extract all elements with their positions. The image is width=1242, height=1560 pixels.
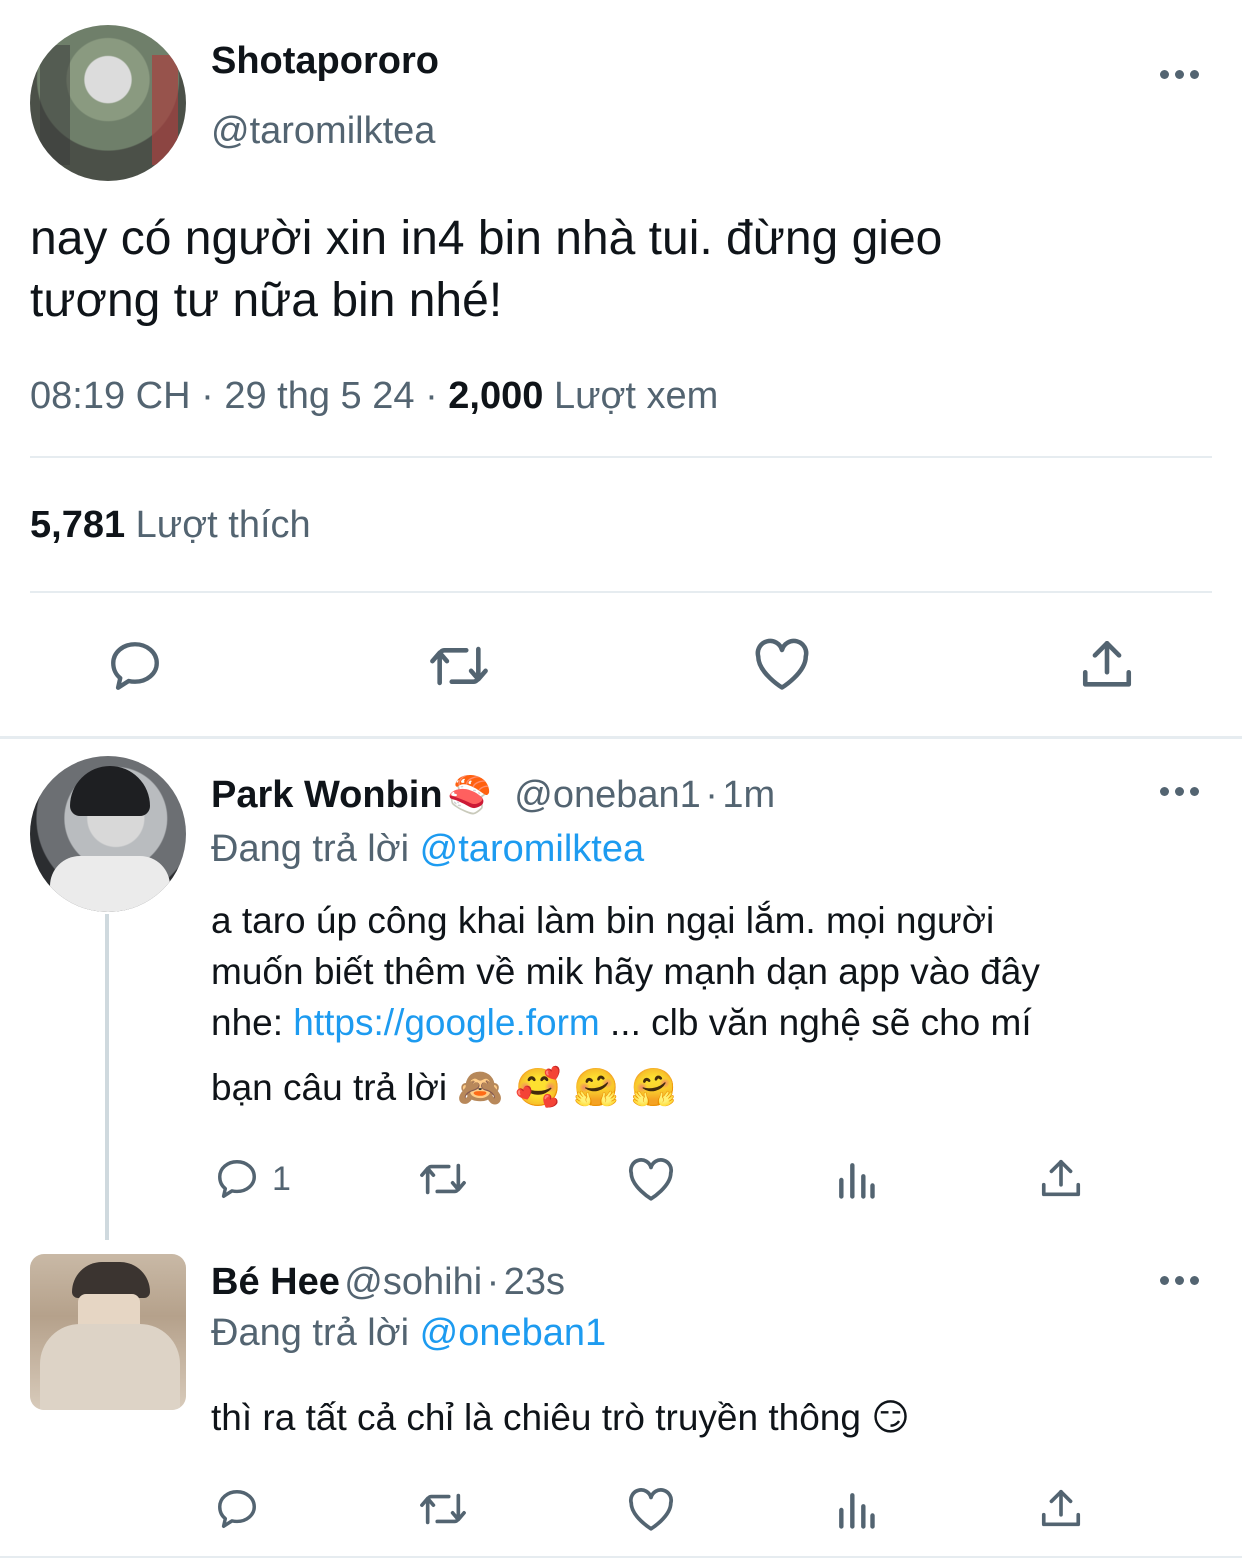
reply-icon[interactable]: [214, 1486, 260, 1532]
likes-count: 5,781: [30, 504, 126, 546]
reply-author-handle[interactable]: @sohihi: [344, 1261, 482, 1303]
thread-line: [105, 914, 109, 1240]
google-form-link[interactable]: https://google.form: [293, 1002, 599, 1043]
reply-text-line: nhe: https://google.form ... clb văn ngh…: [211, 997, 1211, 1048]
reply-author-name[interactable]: Park Wonbin: [211, 774, 443, 816]
reply-text-line: bạn câu trả lời 🙈 🥰 🤗 🤗: [211, 1062, 1211, 1113]
avatar-be-hee[interactable]: [30, 1254, 186, 1410]
tweet-text: nay có người xin in4 bin nhà tui. đừng g…: [30, 208, 1210, 332]
reply-author-handle[interactable]: @oneban1: [514, 774, 701, 816]
reply1-header: Park Wonbin 🍣 @oneban1 · 1m: [211, 774, 775, 817]
divider: [30, 456, 1212, 458]
reply-text-segment: nhe:: [211, 1002, 294, 1043]
more-icon[interactable]: [1160, 1276, 1199, 1285]
reply2-header: Bé Hee @sohihi · 23s: [211, 1261, 565, 1304]
section-divider: [0, 736, 1242, 739]
meta-separator: ·: [705, 774, 718, 816]
tweet-date[interactable]: 29 thg 5 24: [224, 375, 414, 417]
views-icon[interactable]: [834, 1488, 878, 1532]
tweet-meta: 08:19 CH · 29 thg 5 24 · 2,000 Lượt xem: [30, 375, 718, 418]
like-icon[interactable]: [626, 1157, 676, 1203]
replying-to: Đang trả lời @oneban1: [211, 1312, 606, 1355]
tweet-time[interactable]: 08:19 CH: [30, 375, 191, 417]
tweet-text-line: nay có người xin in4 bin nhà tui. đừng g…: [30, 212, 943, 265]
replying-to-label: Đang trả lời: [211, 1312, 410, 1354]
reply-icon[interactable]: [214, 1156, 260, 1202]
views-count: 2,000: [448, 375, 544, 417]
reply-text-segment: bạn câu trả lời: [211, 1067, 448, 1108]
reply-time[interactable]: 1m: [722, 774, 775, 816]
author-handle[interactable]: @taromilktea: [211, 110, 435, 153]
author-name[interactable]: Shotapororo: [211, 40, 439, 83]
meta-separator: ·: [425, 375, 438, 417]
reply-text-segment: ... clb văn nghệ sẽ cho mí: [599, 1002, 1032, 1043]
reply-text-segment: thì ra tất cả chỉ là chiêu trò truyền th…: [211, 1397, 861, 1438]
bottom-divider: [0, 1556, 1242, 1558]
meta-separator: ·: [486, 1261, 500, 1303]
reply1-text: a taro úp công khai làm bin ngại lắm. mọ…: [211, 895, 1211, 1113]
likes-stat[interactable]: 5,781 Lượt thích: [30, 504, 311, 547]
reply2-text: thì ra tất cả chỉ là chiêu trò truyền th…: [211, 1392, 910, 1443]
share-icon[interactable]: [1078, 636, 1136, 694]
views-label: Lượt xem: [553, 375, 719, 417]
views-icon[interactable]: [834, 1158, 878, 1202]
share-icon[interactable]: [1038, 1156, 1084, 1202]
reply-time[interactable]: 23s: [504, 1261, 565, 1303]
more-icon[interactable]: [1160, 787, 1199, 796]
emoji-group: 🙈 🥰 🤗 🤗: [457, 1066, 677, 1109]
like-icon[interactable]: [626, 1487, 676, 1533]
retweet-icon[interactable]: [416, 1486, 470, 1532]
more-icon[interactable]: [1160, 70, 1199, 79]
reply-text-line: muốn biết thêm về mik hãy mạnh dạn app v…: [211, 951, 1040, 992]
tweet-text-line: tương tư nữa bin nhé!: [30, 274, 503, 327]
avatar-shotapororo[interactable]: [30, 25, 186, 181]
retweet-icon[interactable]: [416, 1156, 470, 1202]
reply-text-line: a taro úp công khai làm bin ngại lắm. mọ…: [211, 900, 995, 941]
share-icon[interactable]: [1038, 1486, 1084, 1532]
like-icon[interactable]: [752, 637, 812, 693]
smirk-emoji: 😏: [871, 1396, 910, 1439]
reply-icon[interactable]: [106, 637, 164, 695]
reply-count: 1: [272, 1160, 291, 1198]
avatar-park-wonbin[interactable]: [30, 756, 186, 912]
replying-to: Đang trả lời @taromilktea: [211, 828, 644, 871]
retweet-icon[interactable]: [426, 637, 492, 695]
divider: [30, 591, 1212, 593]
likes-label: Lượt thích: [135, 504, 311, 546]
sushi-emoji: 🍣: [447, 775, 492, 816]
reply-author-name[interactable]: Bé Hee: [211, 1261, 340, 1303]
meta-separator: ·: [201, 375, 214, 417]
replying-to-label: Đang trả lời: [211, 828, 410, 870]
replying-to-handle[interactable]: @oneban1: [420, 1312, 607, 1354]
replying-to-handle[interactable]: @taromilktea: [420, 828, 644, 870]
